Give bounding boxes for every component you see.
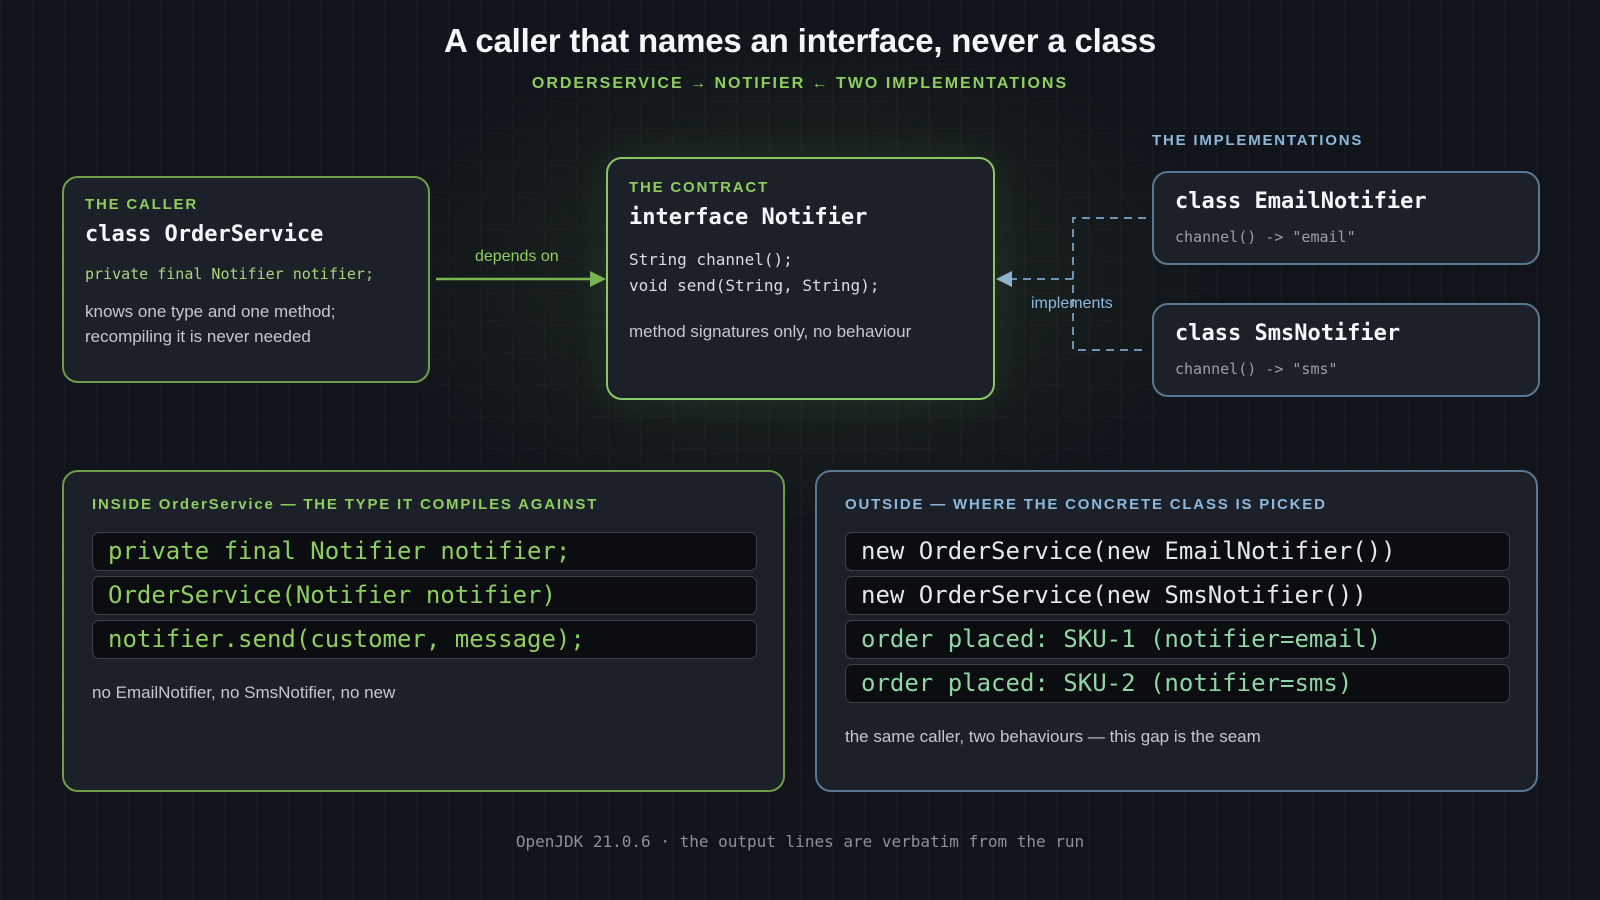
- implements-bracket: [1072, 217, 1146, 351]
- footer-note: OpenJDK 21.0.6 · the output lines are ve…: [515, 832, 1085, 851]
- email-notifier-class-name: class EmailNotifier: [1175, 189, 1427, 214]
- caller-card: THE CALLER class OrderService private fi…: [62, 176, 430, 383]
- inside-kicker: INSIDE OrderService — THE TYPE IT COMPIL…: [92, 496, 599, 513]
- implements-arrowhead: [996, 271, 1012, 287]
- outside-output-line: order placed: SKU-1 (notifier=email): [845, 620, 1510, 659]
- implements-label: implements: [1031, 295, 1113, 312]
- depends-on-label: depends on: [475, 248, 559, 265]
- implementations-kicker: THE IMPLEMENTATIONS: [1152, 132, 1364, 149]
- contract-kicker: THE CONTRACT: [629, 179, 769, 196]
- outside-code-line: new OrderService(new SmsNotifier()): [845, 576, 1510, 615]
- caller-class-name: class OrderService: [85, 222, 324, 247]
- email-notifier-channel: channel() -> "email": [1175, 228, 1356, 246]
- contract-interface-name: interface Notifier: [629, 205, 868, 230]
- caller-note-line-2: recompiling it is never needed: [85, 327, 311, 346]
- contract-methods: String channel(); void send(String, Stri…: [629, 247, 879, 299]
- outside-kicker: OUTSIDE — WHERE THE CONCRETE CLASS IS PI…: [845, 496, 1327, 513]
- outside-output-line: order placed: SKU-2 (notifier=sms): [845, 664, 1510, 703]
- contract-note: method signatures only, no behaviour: [629, 322, 912, 341]
- outside-panel: OUTSIDE — WHERE THE CONCRETE CLASS IS PI…: [815, 470, 1538, 792]
- caller-note: knows one type and one method; recompili…: [85, 299, 335, 349]
- contract-method-send: void send(String, String);: [629, 276, 880, 295]
- inside-code-line: OrderService(Notifier notifier): [92, 576, 757, 615]
- sms-notifier-class-name: class SmsNotifier: [1175, 321, 1401, 346]
- caller-kicker: THE CALLER: [85, 196, 198, 213]
- inside-note: no EmailNotifier, no SmsNotifier, no new: [92, 683, 396, 702]
- outside-note: the same caller, two behaviours — this g…: [845, 727, 1261, 746]
- inside-code-line: notifier.send(customer, message);: [92, 620, 757, 659]
- inside-code-line: private final Notifier notifier;: [92, 532, 757, 571]
- depends-on-arrowhead: [590, 271, 606, 287]
- email-notifier-card: class EmailNotifier channel() -> "email": [1152, 171, 1540, 265]
- inside-panel: INSIDE OrderService — THE TYPE IT COMPIL…: [62, 470, 785, 792]
- contract-method-channel: String channel();: [629, 250, 793, 269]
- outside-code-line: new OrderService(new EmailNotifier()): [845, 532, 1510, 571]
- sms-notifier-card: class SmsNotifier channel() -> "sms": [1152, 303, 1540, 397]
- contract-card: THE CONTRACT interface Notifier String c…: [606, 157, 995, 400]
- caller-field: private final Notifier notifier;: [85, 265, 374, 283]
- sms-notifier-channel: channel() -> "sms": [1175, 360, 1338, 378]
- caller-note-line-1: knows one type and one method;: [85, 302, 336, 321]
